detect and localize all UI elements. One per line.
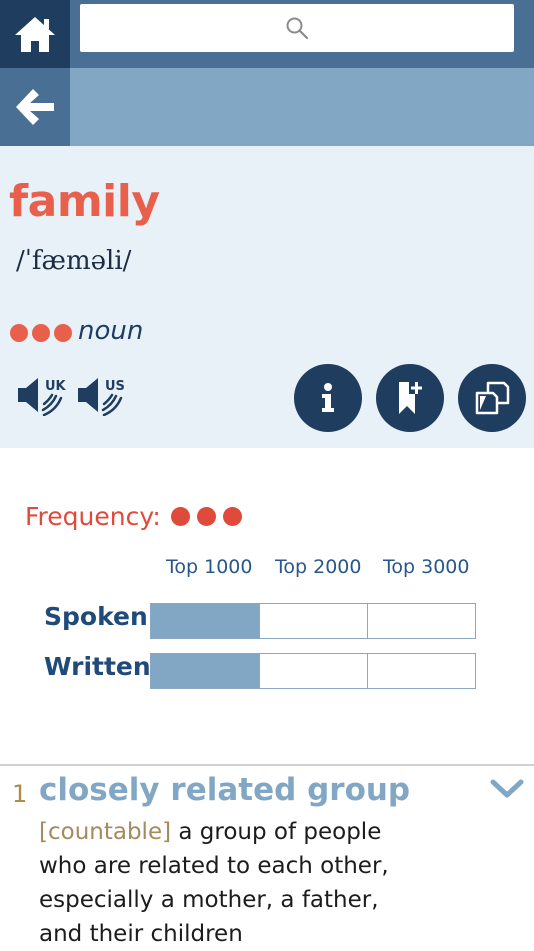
column-top-2000: Top 2000 [275,556,362,578]
home-button[interactable] [0,0,70,68]
written-bar-fill [151,654,259,688]
us-label: US [105,379,125,394]
spoken-label: Spoken [44,602,148,631]
pronunciation: /ˈfæməli/ [16,246,132,276]
frequency-label-text: Frequency: [25,502,161,531]
frequency-label: Frequency: [25,502,242,531]
spoken-frequency-bar [150,603,476,639]
bar-divider [367,604,368,638]
frequency-dot [170,507,190,526]
speaker-uk-icon: UK [18,378,67,416]
uk-label: UK [45,379,67,394]
search-input[interactable] [80,4,514,52]
frequency-dots-large [170,507,242,526]
search-icon [286,17,309,40]
part-of-speech: noun [78,316,144,346]
top-bar [0,0,534,68]
bar-divider [259,654,260,688]
audio-uk-button[interactable]: UK [16,374,72,416]
frequency-dots [10,324,72,342]
expand-button[interactable] [490,778,524,804]
info-icon [322,383,334,412]
written-label: Written [44,652,151,681]
bar-divider [259,604,260,638]
column-top-3000: Top 3000 [383,556,470,578]
section-divider [0,764,534,766]
spoken-bar-fill [151,604,259,638]
chevron-down-icon [490,779,524,798]
bookmark-add-icon [399,382,422,414]
frequency-dot [10,324,28,342]
column-top-1000: Top 1000 [166,556,253,578]
home-icon [15,17,55,52]
copy-button[interactable] [458,364,526,432]
headword: family [9,176,160,227]
frequency-dot [196,507,216,526]
written-frequency-bar [150,653,476,689]
bar-divider [367,654,368,688]
nav-bar [0,68,534,146]
audio-us-button[interactable]: US [76,374,132,416]
grammar-label: [countable] [39,819,172,845]
frequency-dot [54,324,72,342]
frequency-dot [222,507,242,526]
frequency-dot [32,324,50,342]
copy-icon [475,381,510,415]
info-button[interactable] [294,364,362,432]
sense-number: 1 [12,780,28,808]
sense-title[interactable]: closely related group [39,772,410,808]
sense-definition: [countable] a group of people who are re… [39,815,419,951]
entry-header: family /ˈfæməli/ noun UK US [0,146,534,448]
back-arrow-icon [16,89,54,125]
back-button[interactable] [0,68,70,146]
bookmark-add-button[interactable] [376,364,444,432]
speaker-us-icon: US [78,378,125,416]
